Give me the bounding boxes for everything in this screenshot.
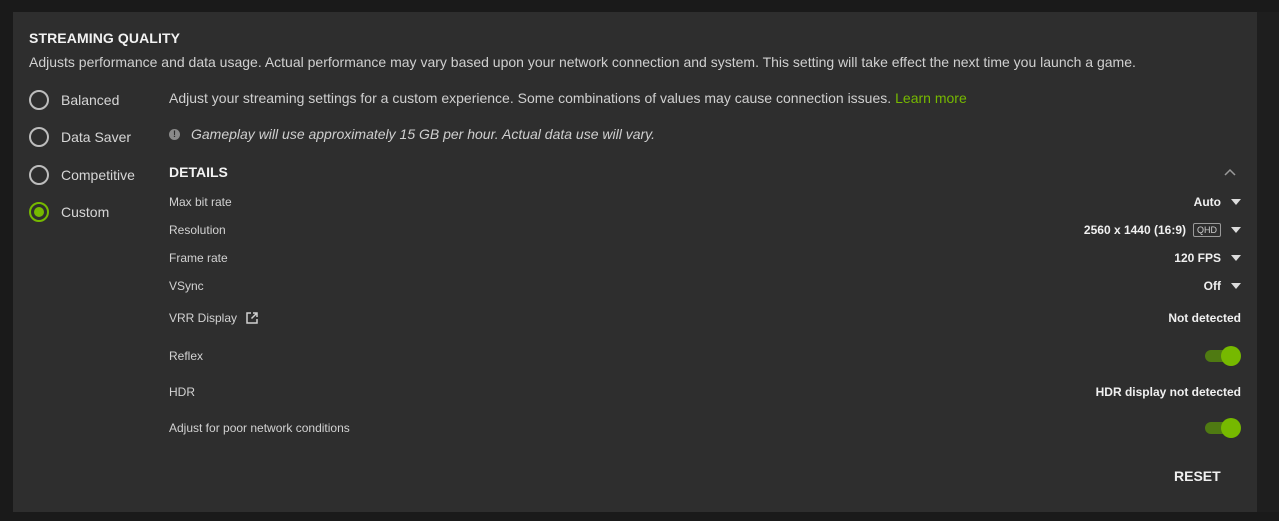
vrr-display-value: Not detected bbox=[1168, 311, 1241, 325]
reset-button[interactable]: RESET bbox=[1174, 468, 1221, 484]
toggle-knob bbox=[1221, 346, 1241, 366]
radio-balanced[interactable] bbox=[29, 90, 49, 110]
vsync-value: Off bbox=[1203, 279, 1221, 293]
radio-competitive[interactable] bbox=[29, 165, 49, 185]
mode-label: Custom bbox=[61, 204, 110, 220]
resolution-label: Resolution bbox=[169, 223, 226, 237]
vsync-label: VSync bbox=[169, 279, 204, 293]
learn-more-link[interactable]: Learn more bbox=[895, 90, 967, 106]
vsync-dropdown[interactable]: Off bbox=[1204, 279, 1241, 293]
vrr-display-label-text: VRR Display bbox=[169, 311, 238, 325]
mode-label: Balanced bbox=[61, 92, 120, 108]
info-icon: ! bbox=[169, 128, 180, 140]
data-usage-notice: ! Gameplay will use approximately 15 GB … bbox=[169, 126, 655, 142]
row-vsync: VSync Off bbox=[169, 275, 1241, 297]
custom-description: Adjust your streaming settings for a cus… bbox=[169, 90, 967, 106]
row-poor-network: Adjust for poor network conditions bbox=[169, 417, 1241, 439]
mode-label: Competitive bbox=[61, 167, 135, 183]
resolution-dropdown[interactable]: 2560 x 1440 (16:9) QHD bbox=[1084, 223, 1241, 237]
max-bit-rate-value: Auto bbox=[1193, 195, 1221, 209]
toggle-knob bbox=[1221, 418, 1241, 438]
caret-down-icon bbox=[1231, 199, 1241, 205]
frame-rate-label: Frame rate bbox=[169, 251, 228, 265]
radio-data-saver[interactable] bbox=[29, 127, 49, 147]
max-bit-rate-dropdown[interactable]: Auto bbox=[1194, 195, 1241, 209]
hdr-label: HDR bbox=[169, 385, 195, 399]
section-title: STREAMING QUALITY bbox=[29, 30, 181, 46]
external-link-icon[interactable] bbox=[245, 311, 259, 325]
max-bit-rate-label: Max bit rate bbox=[169, 195, 232, 209]
vrr-display-label: VRR Display bbox=[169, 311, 259, 325]
poor-network-label: Adjust for poor network conditions bbox=[169, 421, 350, 435]
row-reflex: Reflex bbox=[169, 345, 1241, 367]
row-frame-rate: Frame rate 120 FPS bbox=[169, 247, 1241, 269]
hdr-value: HDR display not detected bbox=[1095, 385, 1241, 399]
frame-rate-dropdown[interactable]: 120 FPS bbox=[1174, 251, 1241, 265]
radio-custom[interactable] bbox=[29, 202, 49, 222]
reflex-toggle[interactable] bbox=[1205, 346, 1241, 366]
mode-label: Data Saver bbox=[61, 129, 132, 145]
streaming-quality-panel: STREAMING QUALITY Adjusts performance an… bbox=[13, 12, 1257, 512]
chevron-up-icon[interactable] bbox=[1223, 166, 1237, 178]
mode-competitive[interactable]: Competitive bbox=[29, 164, 135, 186]
reflex-label: Reflex bbox=[169, 349, 204, 363]
window-edge bbox=[1257, 12, 1279, 512]
caret-down-icon bbox=[1231, 255, 1241, 261]
mode-custom[interactable]: Custom bbox=[29, 201, 109, 223]
caret-down-icon bbox=[1231, 227, 1241, 233]
poor-network-toggle[interactable] bbox=[1205, 418, 1241, 438]
details-heading: DETAILS bbox=[169, 164, 228, 180]
custom-description-text: Adjust your streaming settings for a cus… bbox=[169, 90, 892, 106]
section-subtitle: Adjusts performance and data usage. Actu… bbox=[29, 54, 1136, 70]
mode-balanced[interactable]: Balanced bbox=[29, 89, 119, 111]
frame-rate-value: 120 FPS bbox=[1174, 251, 1221, 265]
mode-data-saver[interactable]: Data Saver bbox=[29, 126, 131, 148]
row-hdr: HDR HDR display not detected bbox=[169, 381, 1241, 403]
caret-down-icon bbox=[1231, 283, 1241, 289]
row-resolution: Resolution 2560 x 1440 (16:9) QHD bbox=[169, 219, 1241, 241]
row-vrr-display: VRR Display Not detected bbox=[169, 307, 1241, 329]
notice-text: Gameplay will use approximately 15 GB pe… bbox=[191, 126, 656, 142]
qhd-badge: QHD bbox=[1193, 223, 1221, 237]
resolution-value: 2560 x 1440 (16:9) bbox=[1083, 223, 1186, 237]
row-max-bit-rate: Max bit rate Auto bbox=[169, 191, 1241, 213]
